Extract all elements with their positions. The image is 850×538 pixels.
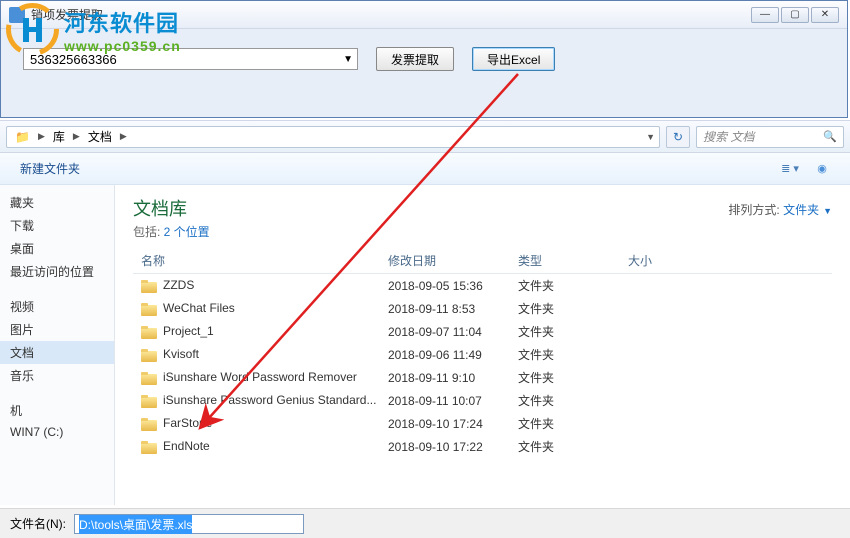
file-type: 文件夹 (518, 369, 628, 386)
sidebar-item[interactable]: 文档 (0, 341, 114, 364)
file-name: EndNote (163, 439, 210, 453)
file-row[interactable]: iSunshare Word Password Remover 2018-09-1… (133, 366, 832, 389)
search-input[interactable]: 搜索 文档 🔍 (696, 126, 844, 148)
file-type: 文件夹 (518, 300, 628, 317)
location-count-link[interactable]: 2 个位置 (164, 225, 210, 239)
sidebar-item[interactable]: 下载 (0, 214, 114, 237)
file-type: 文件夹 (518, 415, 628, 432)
close-button[interactable]: ✕ (811, 7, 839, 23)
file-type: 文件夹 (518, 392, 628, 409)
search-placeholder: 搜索 文档 (703, 128, 823, 145)
folder-icon (141, 395, 157, 408)
filename-value: D:\tools\桌面\发票.xls (79, 515, 192, 534)
file-row[interactable]: Kvisoft 2018-09-06 11:49文件夹 (133, 343, 832, 366)
sidebar-item[interactable]: 音乐 (0, 364, 114, 387)
file-row[interactable]: WeChat Files 2018-09-11 8:53文件夹 (133, 297, 832, 320)
extract-invoice-button[interactable]: 发票提取 (376, 47, 454, 71)
explorer-toolbar: 新建文件夹 ≣ ▾ ◉ (0, 153, 850, 185)
file-name: FarStone (163, 416, 212, 430)
maximize-button[interactable]: ▢ (781, 7, 809, 23)
sort-by-link[interactable]: 文件夹▼ (783, 203, 832, 217)
file-list: 名称 修改日期 类型 大小 ZZDS2018-09-05 15:36文件夹WeC… (133, 248, 832, 458)
column-date[interactable]: 修改日期 (388, 252, 518, 269)
explorer-main: 文档库 包括: 2 个位置 排列方式: 文件夹▼ 名称 修改日期 类型 大小 Z… (115, 185, 850, 505)
file-row[interactable]: Project_1 2018-09-07 11:04文件夹 (133, 320, 832, 343)
invoice-extract-dialog: 销项发票提取 — ▢ ✕ 536325663366 ▼ 发票提取 导出Excel (0, 0, 848, 118)
file-name: Project_1 (163, 324, 214, 338)
chevron-right-icon: ▶ (73, 131, 80, 142)
export-excel-button[interactable]: 导出Excel (472, 47, 555, 71)
chevron-right-icon: ▶ (120, 131, 127, 142)
folder-icon (141, 326, 157, 339)
new-folder-button[interactable]: 新建文件夹 (12, 156, 88, 181)
column-type[interactable]: 类型 (518, 252, 628, 269)
chevron-down-icon[interactable]: ▼ (646, 132, 655, 142)
filename-row: 文件名(N): D:\tools\桌面\发票.xls (0, 508, 850, 538)
invoice-number-value: 536325663366 (30, 52, 351, 67)
file-type: 文件夹 (518, 438, 628, 455)
file-type: 文件夹 (518, 323, 628, 340)
sort-control: 排列方式: 文件夹▼ (728, 201, 832, 218)
column-name[interactable]: 名称 (133, 252, 388, 269)
file-date: 2018-09-10 17:22 (388, 440, 518, 454)
folder-icon (141, 280, 157, 293)
dialog-titlebar: 销项发票提取 — ▢ ✕ (1, 1, 847, 29)
folder-icon (141, 372, 157, 385)
file-name: WeChat Files (163, 301, 235, 315)
explorer-sidebar: 藏夹下载桌面最近访问的位置 视频图片文档音乐 机WIN7 (C:) (0, 185, 115, 505)
file-list-header: 名称 修改日期 类型 大小 (133, 248, 832, 274)
file-name: iSunshare Word Password Remover (163, 370, 357, 384)
file-type: 文件夹 (518, 346, 628, 363)
folder-icon (141, 441, 157, 454)
file-row[interactable]: iSunshare Password Genius Standard... 201… (133, 389, 832, 412)
refresh-button[interactable]: ↻ (666, 126, 690, 148)
address-bar-row: 📁 ▶ 库 ▶ 文档 ▶ ▼ ↻ 搜索 文档 🔍 (0, 121, 850, 153)
refresh-icon: ↻ (673, 130, 683, 144)
sidebar-item[interactable]: 桌面 (0, 237, 114, 260)
file-row[interactable]: ZZDS 2018-09-05 15:36文件夹 (133, 274, 832, 297)
file-date: 2018-09-05 15:36 (388, 279, 518, 293)
file-row[interactable]: FarStone 2018-09-10 17:24文件夹 (133, 412, 832, 435)
sidebar-item[interactable]: 视频 (0, 295, 114, 318)
file-name: ZZDS (163, 278, 194, 292)
app-icon (9, 7, 25, 23)
minimize-button[interactable]: — (751, 7, 779, 23)
file-date: 2018-09-11 9:10 (388, 371, 518, 385)
search-icon: 🔍 (823, 130, 837, 143)
file-name: iSunshare Password Genius Standard... (163, 393, 376, 407)
sidebar-item[interactable]: 最近访问的位置 (0, 260, 114, 283)
folder-icon (141, 303, 157, 316)
library-title: 文档库 (133, 195, 832, 221)
sidebar-item[interactable]: WIN7 (C:) (0, 422, 114, 442)
file-date: 2018-09-11 8:53 (388, 302, 518, 316)
dropdown-arrow-icon: ▼ (343, 54, 353, 65)
file-type: 文件夹 (518, 277, 628, 294)
address-segment-documents[interactable]: 文档 (82, 126, 118, 147)
address-root-icon[interactable]: 📁 (9, 128, 36, 146)
filename-label: 文件名(N): (10, 515, 66, 532)
column-size[interactable]: 大小 (628, 252, 708, 269)
file-name: Kvisoft (163, 347, 199, 361)
view-options-button[interactable]: ≣ ▾ (774, 158, 806, 180)
filename-input[interactable]: D:\tools\桌面\发票.xls (74, 514, 304, 534)
dialog-title: 销项发票提取 (31, 6, 751, 23)
file-date: 2018-09-10 17:24 (388, 417, 518, 431)
file-date: 2018-09-06 11:49 (388, 348, 518, 362)
file-date: 2018-09-07 11:04 (388, 325, 518, 339)
file-date: 2018-09-11 10:07 (388, 394, 518, 408)
file-explorer: 📁 ▶ 库 ▶ 文档 ▶ ▼ ↻ 搜索 文档 🔍 新建文件夹 ≣ ▾ ◉ 藏夹下… (0, 120, 850, 538)
address-bar[interactable]: 📁 ▶ 库 ▶ 文档 ▶ ▼ (6, 126, 660, 148)
sidebar-item[interactable]: 藏夹 (0, 191, 114, 214)
help-button[interactable]: ◉ (806, 158, 838, 180)
chevron-right-icon: ▶ (38, 131, 45, 142)
folder-icon (141, 349, 157, 362)
sidebar-item[interactable]: 机 (0, 399, 114, 422)
address-segment-library[interactable]: 库 (47, 126, 71, 147)
library-subtitle: 包括: 2 个位置 (133, 223, 832, 240)
sidebar-item[interactable]: 图片 (0, 318, 114, 341)
invoice-number-combo[interactable]: 536325663366 ▼ (23, 48, 358, 70)
folder-icon (141, 418, 157, 431)
file-row[interactable]: EndNote 2018-09-10 17:22文件夹 (133, 435, 832, 458)
